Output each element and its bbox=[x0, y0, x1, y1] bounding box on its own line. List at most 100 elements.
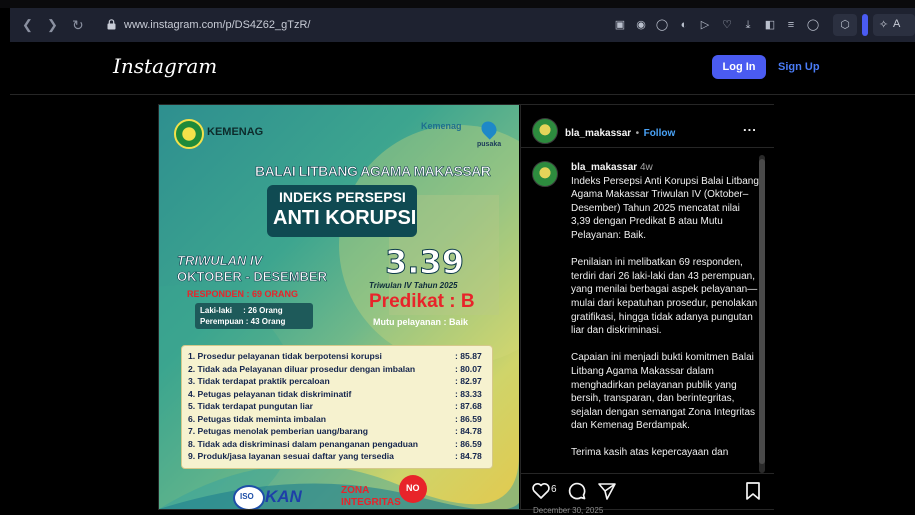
list-value: : 85.87 bbox=[455, 351, 482, 361]
caption-header: bla_makassar 4w bbox=[571, 161, 761, 175]
list-value: : 84.78 bbox=[455, 426, 482, 436]
caption-time: 4w bbox=[639, 162, 653, 173]
back-icon[interactable]: ❮ bbox=[22, 16, 33, 34]
poster-balai: BALAI LITBANG AGAMA MAKASSAR bbox=[255, 163, 491, 180]
poster-perempuan: Perempuan : 43 Orang bbox=[200, 317, 286, 326]
caption-paragraph: Capaian ini menjadi bukti komitmen Balai… bbox=[571, 352, 756, 432]
list-item: 3. Tidak terdapat praktik percaloan bbox=[188, 376, 330, 386]
poster-indeks: INDEKS PERSEPSI bbox=[279, 189, 406, 205]
heart-icon[interactable]: ♡ bbox=[720, 18, 734, 32]
poster-stamp: NO bbox=[406, 483, 420, 493]
camera-icon[interactable]: ◉ bbox=[634, 18, 648, 32]
caption-paragraph: Terima kasih atas kepercayaan dan bbox=[571, 447, 729, 459]
list-item: 6. Petugas tidak meminta imbalan bbox=[188, 413, 327, 424]
instagram-header: Instagram Log In Sign Up bbox=[10, 42, 915, 95]
reload-icon[interactable]: ↻ bbox=[72, 16, 84, 34]
dot-separator: • bbox=[635, 128, 640, 139]
post-image[interactable]: KEMENAG Kemenag pusaka BALAI LITBANG AGA… bbox=[159, 105, 519, 509]
window-top-strip bbox=[0, 0, 915, 8]
cube-icon: ⬡ bbox=[840, 19, 850, 31]
comment-icon[interactable] bbox=[567, 481, 587, 501]
ext-box-1[interactable]: ⬡ bbox=[833, 14, 857, 36]
iso-logo-icon: ISO bbox=[233, 485, 265, 509]
list-item: 9. Produk/jasa layanan sesuai daftar yan… bbox=[188, 451, 394, 461]
bookmark-icon[interactable] bbox=[743, 481, 763, 501]
avatar[interactable] bbox=[532, 118, 558, 144]
poster-gender-box: Laki-laki : 26 Orang Perempuan : 43 Oran… bbox=[195, 303, 313, 329]
post-author-row: bla_makassar • Follow bbox=[565, 123, 675, 141]
forward-icon[interactable]: ❯ bbox=[47, 16, 58, 34]
scrollbar-thumb[interactable] bbox=[759, 159, 765, 464]
ext-label: A bbox=[893, 18, 901, 30]
list-value: : 80.07 bbox=[455, 363, 482, 374]
poster-score-list: 1. Prosedur pelayanan tidak berpotensi k… bbox=[181, 345, 493, 469]
poster-pusaka: pusaka bbox=[477, 141, 502, 148]
poster-period: OKTOBER - DESEMBER bbox=[177, 269, 328, 285]
post-container: KEMENAG Kemenag pusaka BALAI LITBANG AGA… bbox=[158, 104, 774, 515]
list-value: : 83.33 bbox=[455, 388, 482, 399]
list-value: : 82.97 bbox=[455, 376, 482, 386]
poster-responden: RESPONDEN : 69 ORANG bbox=[187, 289, 299, 299]
list-item: 5. Tidak terdapat pungutan liar bbox=[188, 401, 313, 411]
post-date: December 30, 2025 bbox=[533, 506, 604, 515]
address-bar[interactable]: www.instagram.com/p/DS4Z62_gTzR/ bbox=[124, 17, 310, 33]
post-actions: 6 December 30, 2025 bbox=[521, 473, 774, 515]
list-item: 7. Petugas menolak pemberian uang/barang bbox=[188, 426, 369, 436]
caption-paragraph: Penilaian ini melibatkan 69 responden, t… bbox=[571, 257, 758, 337]
poster-kan: KAN bbox=[265, 487, 302, 506]
share-paper-plane-icon[interactable] bbox=[597, 481, 617, 501]
sidebar-icon[interactable]: ◧ bbox=[763, 18, 777, 32]
poster-zona: ZONA bbox=[341, 485, 370, 496]
list-value: : 86.59 bbox=[455, 413, 482, 424]
poster-laki: Laki-laki : 26 Orang bbox=[200, 306, 283, 315]
poster-integritas: INTEGRITAS bbox=[341, 497, 401, 508]
list-value: : 87.68 bbox=[455, 401, 482, 411]
poster-triwulan: TRIWULAN IV bbox=[177, 253, 263, 269]
instagram-page: Instagram Log In Sign Up KEMENAG Kemenag… bbox=[10, 42, 915, 515]
play-icon[interactable]: ▷ bbox=[698, 18, 712, 32]
poster-brand-kemenag: Kemenag bbox=[421, 121, 462, 131]
avatar[interactable] bbox=[532, 161, 558, 187]
poster-predikat: Predikat : B bbox=[369, 291, 475, 312]
username-link[interactable]: bla_makassar bbox=[565, 128, 631, 139]
more-options-icon[interactable]: ... bbox=[743, 119, 757, 134]
profile-icon[interactable]: ◯ bbox=[806, 18, 820, 32]
lock-icon bbox=[107, 19, 116, 30]
download-icon[interactable]: ⤓ bbox=[741, 18, 755, 32]
menu-icon[interactable]: ≡ bbox=[784, 18, 798, 32]
post-sidebar: bla_makassar • Follow ... bla_makassar 4… bbox=[520, 105, 774, 515]
caption-scrollbar[interactable] bbox=[759, 155, 765, 473]
post-caption: bla_makassar 4w Indeks Persepsi Anti Kor… bbox=[571, 161, 761, 474]
anti-corruption-stamp-icon: NO bbox=[399, 475, 427, 503]
poster-triwulan-year: Triwulan IV Tahun 2025 bbox=[369, 281, 458, 290]
poster-kemenag: KEMENAG bbox=[207, 126, 264, 138]
extension-icon[interactable]: ◐ bbox=[677, 18, 691, 32]
list-item: 8. Tidak ada diskriminasi dalam penangan… bbox=[188, 438, 419, 449]
like-count: 6 bbox=[551, 484, 557, 495]
list-item: 1. Prosedur pelayanan tidak berpotensi k… bbox=[188, 351, 382, 361]
follow-button[interactable]: Follow bbox=[644, 128, 676, 139]
poster-score: 3.39 bbox=[385, 243, 465, 282]
browser-toolbar: ❮ ❯ ↻ www.instagram.com/p/DS4Z62_gTzR/ ▣… bbox=[10, 8, 915, 42]
list-item: 4. Petugas pelayanan tidak diskriminatif bbox=[188, 388, 352, 399]
kemenag-logo-icon bbox=[174, 119, 204, 149]
poster-iso: ISO bbox=[240, 492, 254, 501]
ext-box-2[interactable]: ✧ A bbox=[873, 14, 915, 36]
shield-icon[interactable]: ◯ bbox=[655, 18, 669, 32]
poster-title-box: INDEKS PERSEPSI ANTI KORUPSI bbox=[267, 185, 417, 237]
list-value: : 84.78 bbox=[455, 451, 482, 461]
divider bbox=[521, 147, 774, 148]
instagram-logo[interactable]: Instagram bbox=[113, 54, 217, 78]
signup-button[interactable]: Sign Up bbox=[778, 55, 820, 79]
like-heart-icon[interactable] bbox=[531, 481, 551, 501]
sparkle-icon: ✧ bbox=[879, 19, 889, 31]
list-value: : 86.59 bbox=[455, 438, 482, 449]
poster-anti-korupsi: ANTI KORUPSI bbox=[273, 207, 417, 229]
caption-username-link[interactable]: bla_makassar bbox=[571, 162, 637, 173]
list-item: 2. Tidak ada Pelayanan diluar prosedur d… bbox=[188, 363, 416, 374]
poster-mutu: Mutu pelayanan : Baik bbox=[373, 317, 469, 327]
login-button[interactable]: Log In bbox=[712, 55, 766, 79]
ext-indicator bbox=[862, 14, 868, 36]
share-icon[interactable]: ▣ bbox=[613, 18, 627, 32]
caption-paragraph: Indeks Persepsi Anti Korupsi Balai Litba… bbox=[571, 175, 759, 241]
